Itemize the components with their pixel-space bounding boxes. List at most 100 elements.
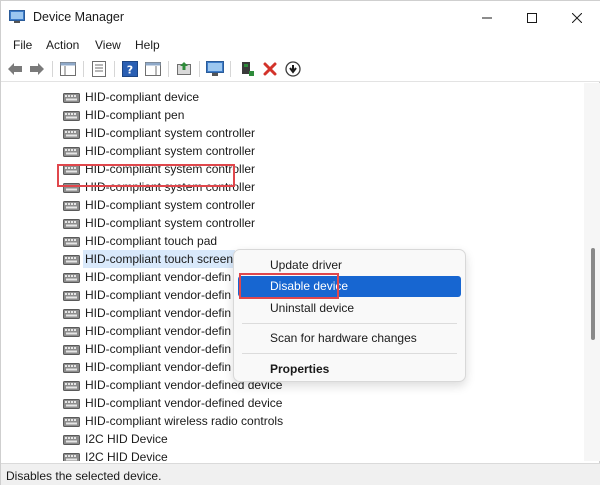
hid-device-icon xyxy=(63,255,80,265)
tree-row[interactable]: HID-compliant touch pad xyxy=(63,232,217,250)
uninstall-device-button[interactable] xyxy=(260,59,280,79)
back-button[interactable] xyxy=(5,59,25,79)
list-view-button[interactable] xyxy=(89,59,109,79)
tree-row-label: HID-compliant touch pad xyxy=(85,234,218,248)
tree-row-label: HID-compliant vendor-defin xyxy=(85,306,232,320)
scan-hardware-button[interactable] xyxy=(205,59,225,79)
update-driver-button[interactable] xyxy=(174,59,194,79)
tree-row[interactable]: HID-compliant vendor-defin xyxy=(63,286,231,304)
hid-device-icon xyxy=(63,417,80,427)
tree-row[interactable]: HID-compliant wireless radio controls xyxy=(63,412,283,430)
device-manager-app-icon xyxy=(9,10,25,23)
close-icon xyxy=(572,12,582,23)
context-menu-separator xyxy=(242,353,457,354)
hid-device-icon xyxy=(63,237,80,247)
menu-file[interactable]: File xyxy=(13,38,32,52)
help-button[interactable]: ? xyxy=(120,59,140,79)
menu-view[interactable]: View xyxy=(95,38,121,52)
title-bar: Device Manager xyxy=(1,1,600,34)
hid-device-icon xyxy=(63,453,80,461)
uninstall-x-icon xyxy=(263,62,277,76)
tree-row[interactable]: HID-compliant pen xyxy=(63,106,184,124)
context-menu-separator xyxy=(242,323,457,324)
tree-row-selected[interactable]: HID-compliant touch screen xyxy=(63,250,236,268)
menu-help[interactable]: Help xyxy=(135,38,160,52)
console-icon xyxy=(145,62,161,76)
tree-row-label: HID-compliant wireless radio controls xyxy=(85,414,284,428)
tree-row-label: HID-compliant vendor-defin xyxy=(85,324,232,338)
help-icon: ? xyxy=(122,61,138,77)
disable-device-icon xyxy=(285,61,301,77)
maximize-icon xyxy=(527,12,537,23)
hid-device-icon xyxy=(63,435,80,445)
ctx-properties[interactable]: Properties xyxy=(238,359,461,380)
menu-action[interactable]: Action xyxy=(46,38,79,52)
monitor-icon xyxy=(206,61,224,76)
show-hide-console-button[interactable] xyxy=(58,59,78,79)
tree-row[interactable]: HID-compliant system controller xyxy=(63,142,255,160)
tree-row[interactable]: HID-compliant vendor-defined device xyxy=(63,394,282,412)
forward-arrow-icon xyxy=(30,63,44,75)
maximize-button[interactable] xyxy=(509,1,555,34)
window-title: Device Manager xyxy=(33,10,125,24)
tree-row[interactable]: HID-compliant vendor-defin xyxy=(63,358,231,376)
tree-row-label: HID-compliant device xyxy=(85,90,200,104)
forward-button[interactable] xyxy=(27,59,47,79)
tree-row-label: HID-compliant vendor-defined device xyxy=(85,396,283,410)
status-text: Disables the selected device. xyxy=(6,469,162,483)
tree-row[interactable]: HID-compliant device xyxy=(63,88,199,106)
tree-row-label: I2C HID Device xyxy=(85,432,168,446)
tree-row-label: HID-compliant system controller xyxy=(85,198,256,212)
tree-row[interactable]: HID-compliant system controller xyxy=(63,124,255,142)
tree-row[interactable]: HID-compliant system controller xyxy=(63,196,255,214)
vertical-scrollbar[interactable] xyxy=(584,83,600,461)
properties-grid-icon xyxy=(60,62,76,76)
scrollbar-thumb[interactable] xyxy=(591,248,595,340)
console-button[interactable] xyxy=(143,59,163,79)
device-manager-window: Device Manager File Action View Help ? H… xyxy=(0,0,600,485)
hid-device-icon xyxy=(63,291,80,301)
tree-row-label: HID-compliant system controller xyxy=(85,216,256,230)
hid-device-icon xyxy=(63,273,80,283)
enable-device-icon xyxy=(242,62,254,76)
tree-row-label: HID-compliant vendor-defin xyxy=(85,270,232,284)
hid-device-icon xyxy=(63,309,80,319)
disable-device-highlight-box xyxy=(239,273,339,299)
tree-row-label: HID-compliant vendor-defin xyxy=(85,288,232,302)
tree-row[interactable]: HID-compliant vendor-defin xyxy=(63,304,231,322)
tree-row-label: HID-compliant vendor-defin xyxy=(85,342,232,356)
hid-device-icon xyxy=(63,147,80,157)
hid-device-icon xyxy=(63,363,80,373)
hid-device-icon xyxy=(63,381,80,391)
hid-device-icon xyxy=(63,93,80,103)
ctx-scan-hardware[interactable]: Scan for hardware changes xyxy=(238,328,461,349)
tree-row[interactable]: I2C HID Device xyxy=(63,448,168,461)
list-view-icon xyxy=(92,61,106,77)
svg-text:?: ? xyxy=(127,64,133,77)
hid-device-icon xyxy=(63,327,80,337)
tree-row[interactable]: HID-compliant vendor-defin xyxy=(63,340,231,358)
hid-device-icon xyxy=(63,345,80,355)
status-bar: Disables the selected device. xyxy=(1,463,600,485)
tree-row-label: HID-compliant pen xyxy=(85,108,185,122)
context-menu: Update driver Disable device Uninstall d… xyxy=(233,249,466,382)
tree-row[interactable]: HID-compliant vendor-defin xyxy=(63,322,231,340)
tree-row-label: HID-compliant system controller xyxy=(85,144,256,158)
tree-row[interactable]: HID-compliant vendor-defin xyxy=(63,268,231,286)
ctx-uninstall-device[interactable]: Uninstall device xyxy=(238,298,461,319)
hid-device-icon xyxy=(63,111,80,121)
back-arrow-icon xyxy=(8,63,22,75)
enable-device-button[interactable] xyxy=(237,59,257,79)
hid-device-icon xyxy=(63,201,80,211)
tree-row[interactable]: I2C HID Device xyxy=(63,430,168,448)
toolbar: ? xyxy=(1,56,600,82)
update-driver-icon xyxy=(177,62,191,75)
minimize-button[interactable] xyxy=(464,1,510,34)
hid-device-icon xyxy=(63,129,80,139)
close-button[interactable] xyxy=(554,1,600,34)
menu-bar: File Action View Help xyxy=(1,34,600,56)
selected-row-highlight-box xyxy=(57,164,235,187)
tree-row[interactable]: HID-compliant system controller xyxy=(63,214,255,232)
disable-device-button[interactable] xyxy=(283,59,303,79)
tree-row-label: HID-compliant system controller xyxy=(85,126,256,140)
